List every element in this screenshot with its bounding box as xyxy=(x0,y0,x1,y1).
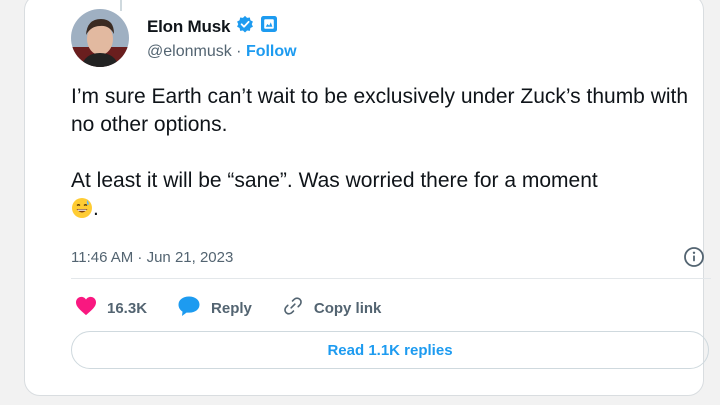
affiliate-badge-icon xyxy=(260,15,278,38)
author-name[interactable]: Elon Musk xyxy=(147,17,230,37)
heart-icon xyxy=(75,296,97,320)
tweet-card: Elon Musk @elonmusk · Follow I’m sure Ea… xyxy=(24,0,711,396)
tweet-paragraph: I’m sure Earth can’t wait to be exclusiv… xyxy=(71,85,689,136)
avatar[interactable] xyxy=(71,9,129,67)
tweet-paragraph-text: At least it will be “sane”. Was worried … xyxy=(71,169,598,192)
author-handle[interactable]: @elonmusk xyxy=(147,43,232,60)
grinning-sweat-emoji-icon xyxy=(71,197,93,227)
divider xyxy=(71,278,711,279)
like-button[interactable]: 16.3K xyxy=(75,296,147,320)
action-bar: 16.3K Reply Copy link xyxy=(75,295,411,321)
tweet-timestamp[interactable]: 11:46 AM · Jun 21, 2023 xyxy=(71,249,233,266)
reply-button[interactable]: Reply xyxy=(177,295,252,321)
info-icon[interactable] xyxy=(683,246,705,273)
copy-link-label: Copy link xyxy=(313,299,382,317)
reply-bubble-icon xyxy=(177,295,201,321)
link-icon xyxy=(282,295,304,321)
tweet-paragraph-end: . xyxy=(93,197,99,220)
read-replies-button[interactable]: Read 1.1K replies xyxy=(71,331,709,369)
like-count: 16.3K xyxy=(107,299,148,317)
copy-link-button[interactable]: Copy link xyxy=(282,295,382,321)
tweet-text: I’m sure Earth can’t wait to be exclusiv… xyxy=(71,83,701,227)
follow-button[interactable]: Follow xyxy=(246,43,297,60)
thread-connector-line xyxy=(120,0,122,11)
verified-badge-icon xyxy=(236,15,254,38)
reply-label: Reply xyxy=(211,299,252,317)
handle-separator: · xyxy=(231,43,246,60)
tweet-paragraph: At least it will be “sane”. Was worried … xyxy=(71,167,701,227)
